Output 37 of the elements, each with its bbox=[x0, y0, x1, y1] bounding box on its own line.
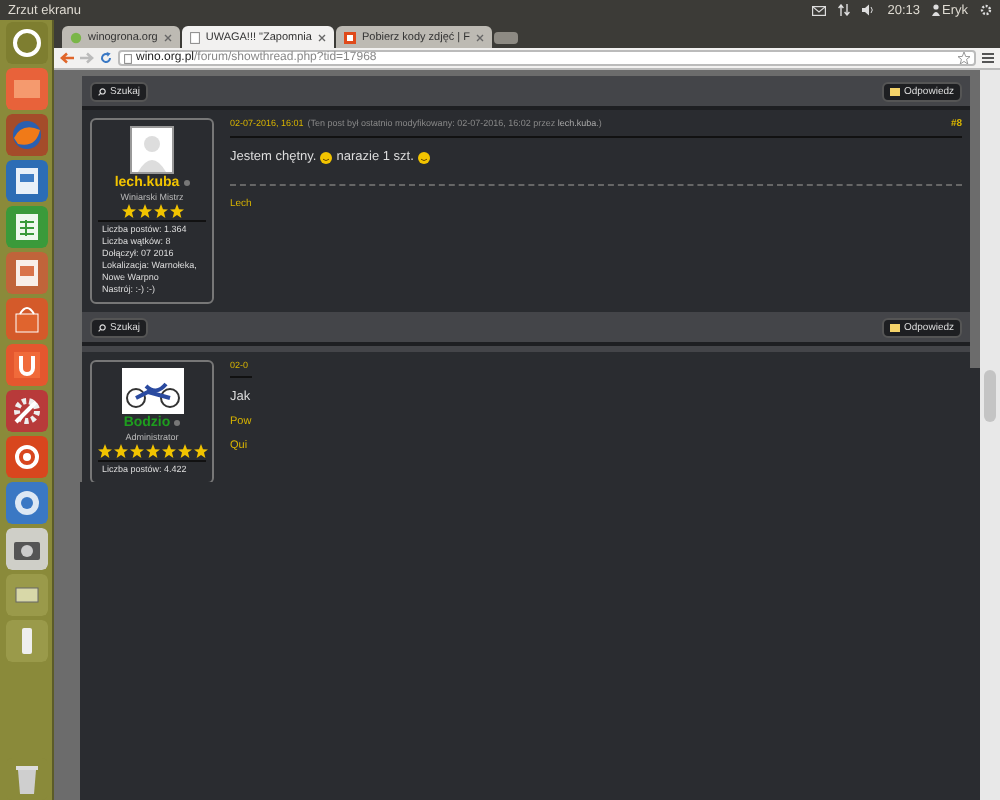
ubuntu-logo-icon[interactable] bbox=[5, 22, 47, 64]
picture-icon bbox=[343, 31, 356, 43]
search-icon bbox=[98, 323, 106, 331]
page-icon bbox=[189, 31, 200, 43]
menu-icon[interactable] bbox=[982, 52, 994, 64]
ring-icon[interactable] bbox=[5, 482, 47, 524]
page-icon bbox=[124, 53, 132, 63]
new-tab-button[interactable] bbox=[493, 32, 518, 44]
close-icon[interactable] bbox=[475, 33, 484, 41]
spreadsheet-icon[interactable] bbox=[5, 206, 47, 248]
settings-icon[interactable] bbox=[980, 4, 992, 16]
mail-icon[interactable] bbox=[811, 5, 826, 15]
close-icon[interactable] bbox=[163, 33, 172, 41]
network-arrows-icon[interactable] bbox=[837, 4, 850, 16]
document-icon[interactable] bbox=[5, 160, 47, 202]
volume-icon[interactable] bbox=[861, 4, 876, 16]
back-arrow-icon[interactable] bbox=[60, 52, 74, 64]
envelope-icon bbox=[889, 87, 900, 95]
person-icon bbox=[932, 4, 940, 16]
drive-icon[interactable] bbox=[5, 574, 47, 616]
bag-icon[interactable] bbox=[5, 298, 47, 340]
bookmark-star-icon[interactable] bbox=[958, 52, 970, 64]
slides-icon[interactable] bbox=[5, 252, 47, 294]
letter-u-icon[interactable] bbox=[5, 344, 47, 386]
avatar-silhouette bbox=[130, 126, 174, 174]
envelope-icon bbox=[889, 323, 900, 331]
close-icon[interactable] bbox=[317, 33, 326, 41]
usb-icon[interactable] bbox=[5, 620, 47, 662]
circle-logo-icon[interactable] bbox=[5, 436, 47, 478]
smiley-icon bbox=[320, 151, 333, 163]
search-icon bbox=[98, 87, 106, 95]
reload-icon[interactable] bbox=[100, 52, 112, 64]
scrollbar[interactable] bbox=[980, 70, 1000, 800]
globe-icon[interactable] bbox=[5, 114, 47, 156]
gear-icon[interactable] bbox=[5, 390, 47, 432]
smiley-icon bbox=[417, 151, 430, 163]
camera-icon[interactable] bbox=[5, 528, 47, 570]
